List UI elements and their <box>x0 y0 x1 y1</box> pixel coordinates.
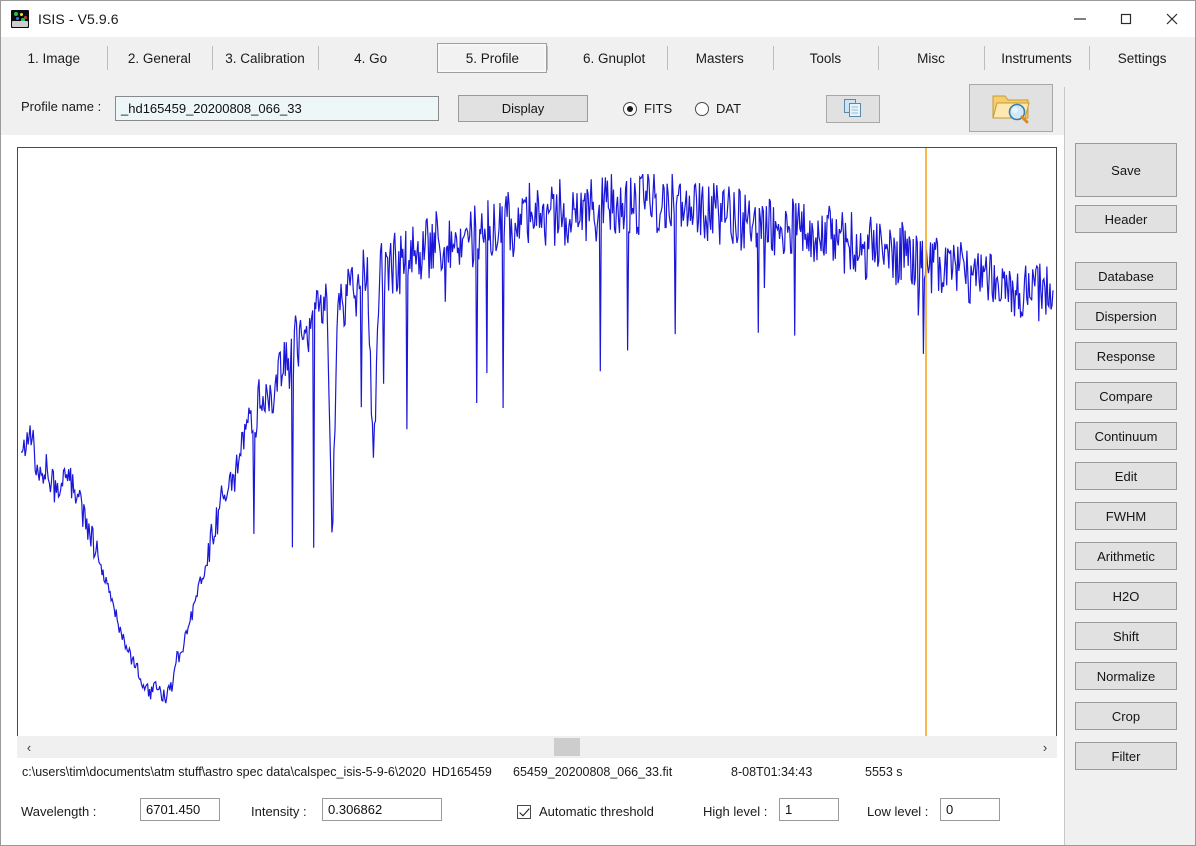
status-object-name: HD165459 <box>432 765 492 779</box>
tab-label: Masters <box>696 51 744 66</box>
tab-image[interactable]: 1. Image <box>1 37 107 79</box>
shift-button[interactable]: Shift <box>1075 622 1177 650</box>
arithmetic-button[interactable]: Arithmetic <box>1075 542 1177 570</box>
scroll-right-icon[interactable]: › <box>1035 736 1055 758</box>
spectrum-plot[interactable] <box>17 147 1057 741</box>
status-filename: 65459_20200808_066_33.fit <box>513 765 672 779</box>
h2o-button[interactable]: H2O <box>1075 582 1177 610</box>
tab-misc[interactable]: Misc <box>878 37 984 79</box>
format-radio-fits[interactable]: FITS <box>623 101 672 116</box>
response-button[interactable]: Response <box>1075 342 1177 370</box>
fwhm-button[interactable]: FWHM <box>1075 502 1177 530</box>
tab-label: 3. Calibration <box>225 51 305 66</box>
filter-button[interactable]: Filter <box>1075 742 1177 770</box>
status-datetime: 8-08T01:34:43 <box>731 765 812 779</box>
tab-tools[interactable]: Tools <box>773 37 879 79</box>
wavelength-value[interactable]: 6701.450 <box>140 798 220 821</box>
format-radio-dat[interactable]: DAT <box>695 101 741 116</box>
copy-button[interactable] <box>826 95 880 123</box>
high-level-label: High level : <box>703 804 767 819</box>
radio-fits-indicator <box>623 102 637 116</box>
automatic-threshold-label: Automatic threshold <box>539 804 654 819</box>
save-button[interactable]: Save <box>1075 143 1177 197</box>
low-level-label: Low level : <box>867 804 928 819</box>
high-level-input[interactable]: 1 <box>779 798 839 821</box>
tab-instruments[interactable]: Instruments <box>984 37 1090 79</box>
folder-search-icon <box>991 90 1031 127</box>
scroll-thumb[interactable] <box>554 738 580 756</box>
tab-label: Misc <box>917 51 945 66</box>
title-bar: ISIS - V5.9.6 <box>1 1 1195 37</box>
tab-label: 6. Gnuplot <box>583 51 645 66</box>
profile-name-input[interactable]: _hd165459_20200808_066_33 <box>115 96 439 121</box>
radio-fits-label: FITS <box>644 101 672 116</box>
wavelength-label: Wavelength : <box>21 804 96 819</box>
profile-name-label: Profile name : <box>21 99 101 114</box>
scroll-left-icon[interactable]: ‹ <box>19 736 39 758</box>
tab-settings[interactable]: Settings <box>1089 37 1195 79</box>
low-level-input[interactable]: 0 <box>940 798 1000 821</box>
normalize-button[interactable]: Normalize <box>1075 662 1177 690</box>
copy-icon <box>842 97 864 122</box>
tab-label: 4. Go <box>354 51 387 66</box>
plot-hscrollbar[interactable]: ‹ › <box>17 736 1057 758</box>
automatic-threshold-checkbox[interactable]: Automatic threshold <box>517 804 654 819</box>
radio-dat-label: DAT <box>716 101 741 116</box>
crop-button[interactable]: Crop <box>1075 702 1177 730</box>
edit-button[interactable]: Edit <box>1075 462 1177 490</box>
dispersion-button[interactable]: Dispersion <box>1075 302 1177 330</box>
tab-label: Tools <box>810 51 842 66</box>
tab-bar: 1. Image 2. General 3. Calibration 4. Go… <box>1 37 1195 79</box>
action-sidebar: Save Header Database Dispersion Response… <box>1064 87 1195 845</box>
intensity-label: Intensity : <box>251 804 307 819</box>
continuum-button[interactable]: Continuum <box>1075 422 1177 450</box>
window-controls <box>1057 1 1195 37</box>
maximize-icon[interactable] <box>1103 1 1149 37</box>
app-icon <box>11 10 29 28</box>
close-icon[interactable] <box>1149 1 1195 37</box>
tab-gnuplot[interactable]: 6. Gnuplot <box>561 37 667 79</box>
window-title: ISIS - V5.9.6 <box>38 11 119 27</box>
tab-general[interactable]: 2. General <box>107 37 213 79</box>
minimize-icon[interactable] <box>1057 1 1103 37</box>
tab-label: 1. Image <box>28 51 81 66</box>
tab-calibration[interactable]: 3. Calibration <box>212 37 318 79</box>
compare-button[interactable]: Compare <box>1075 382 1177 410</box>
header-button[interactable]: Header <box>1075 205 1177 233</box>
tab-masters[interactable]: Masters <box>667 37 773 79</box>
browse-folder-button[interactable] <box>969 84 1053 132</box>
database-button[interactable]: Database <box>1075 262 1177 290</box>
tab-label: 5. Profile <box>466 51 519 66</box>
spectrum-canvas <box>18 148 1056 740</box>
display-button[interactable]: Display <box>458 95 588 122</box>
status-file-path: c:\users\tim\documents\atm stuff\astro s… <box>22 765 426 779</box>
tab-label: 2. General <box>128 51 191 66</box>
profile-toolbar: Profile name : _hd165459_20200808_066_33… <box>1 79 1195 135</box>
status-exposure: 5553 s <box>865 765 903 779</box>
tab-label: Instruments <box>1001 51 1072 66</box>
radio-dat-indicator <box>695 102 709 116</box>
tab-label: Settings <box>1118 51 1167 66</box>
tab-go[interactable]: 4. Go <box>318 37 424 79</box>
checkbox-indicator <box>517 805 531 819</box>
tab-profile[interactable]: 5. Profile <box>437 43 547 73</box>
intensity-value[interactable]: 0.306862 <box>322 798 442 821</box>
